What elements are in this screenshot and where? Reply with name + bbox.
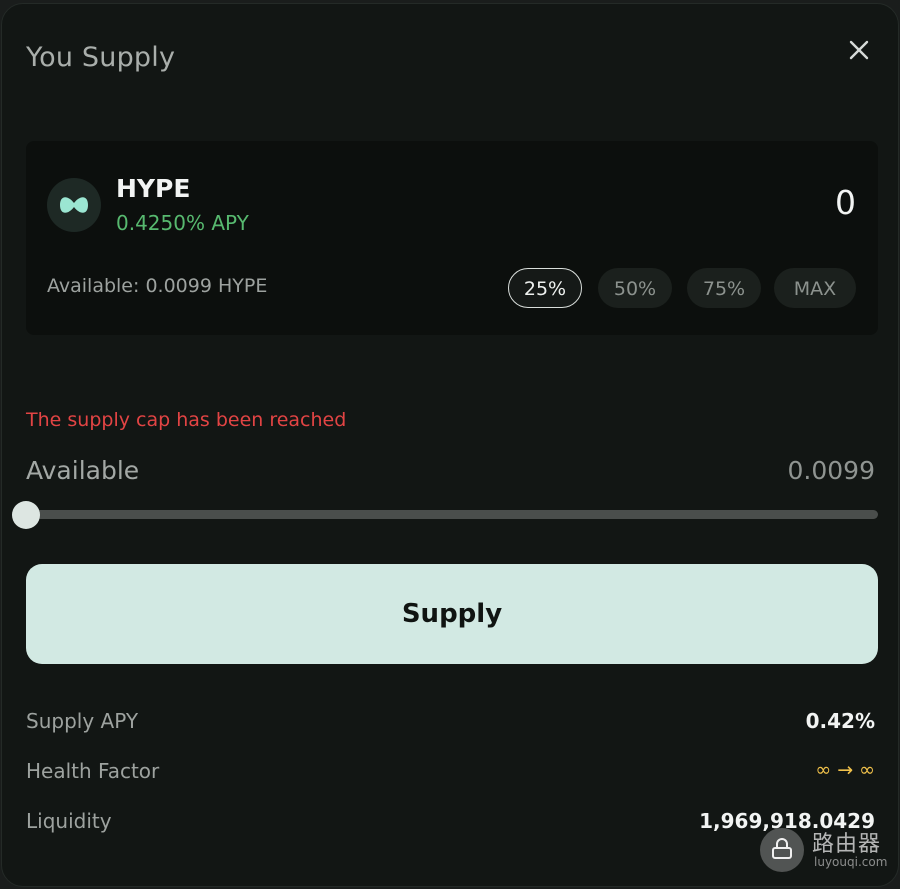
watermark: 路由器 luyouqi.com <box>760 826 890 876</box>
percent-50-button[interactable]: 50% <box>598 268 672 308</box>
asset-input-card: HYPE 0.4250% APY Available: 0.0099 HYPE … <box>26 141 878 335</box>
watermark-url: luyouqi.com <box>814 855 888 869</box>
percent-75-button[interactable]: 75% <box>687 268 761 308</box>
percent-25-button[interactable]: 25% <box>508 268 582 308</box>
available-value: 0.0099 <box>787 456 875 485</box>
slider-handle[interactable] <box>12 501 40 529</box>
supply-modal: You Supply HYPE 0.4250% APY Available: 0… <box>1 3 899 887</box>
supply-apy-value: 0.42% <box>805 709 875 733</box>
watermark-text: 路由器 <box>812 832 882 857</box>
hype-token-icon <box>47 178 101 232</box>
liquidity-label: Liquidity <box>26 809 112 833</box>
amount-slider[interactable] <box>12 501 878 529</box>
available-label: Available <box>26 456 140 485</box>
token-apy: 0.4250% APY <box>116 211 249 235</box>
token-name: HYPE <box>116 174 191 203</box>
supply-cap-warning: The supply cap has been reached <box>26 409 347 431</box>
health-factor-value: ∞ → ∞ <box>815 759 875 781</box>
close-icon[interactable] <box>846 37 872 63</box>
modal-title: You Supply <box>26 42 176 73</box>
router-logo-icon <box>760 828 804 872</box>
health-factor-label: Health Factor <box>26 759 160 783</box>
available-balance: Available: 0.0099 HYPE <box>47 275 268 297</box>
supply-button[interactable]: Supply <box>26 564 878 664</box>
max-button[interactable]: MAX <box>774 268 856 308</box>
supply-apy-label: Supply APY <box>26 709 139 733</box>
amount-input[interactable] <box>556 183 856 222</box>
